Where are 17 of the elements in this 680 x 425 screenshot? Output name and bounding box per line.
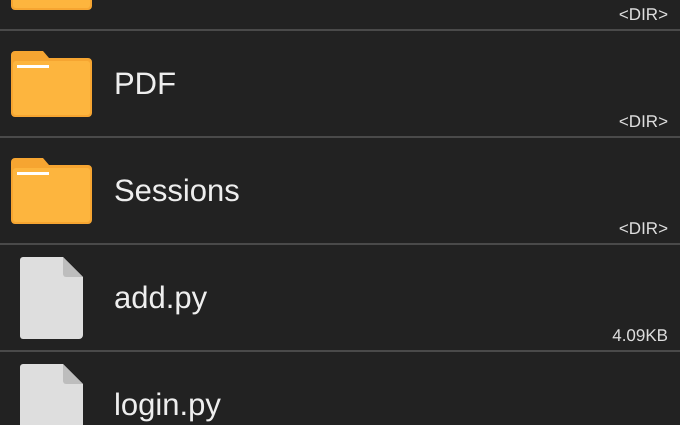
file-icon	[20, 364, 82, 425]
file-name: login.py	[114, 386, 222, 422]
file-size: 4.09KB	[612, 326, 669, 347]
file-size: <DIR>	[618, 5, 669, 26]
file-row[interactable]: add.py 4.09KB	[0, 245, 680, 350]
folder-row[interactable]: Sessions <DIR>	[0, 138, 680, 243]
file-name: PDF	[114, 66, 177, 102]
folder-row[interactable]: <DIR>	[0, 0, 680, 29]
file-row[interactable]: login.py	[0, 352, 680, 425]
file-name: add.py	[114, 280, 208, 316]
folder-icon	[10, 50, 92, 116]
folder-row[interactable]: PDF <DIR>	[0, 31, 680, 136]
file-icon	[20, 256, 82, 338]
file-name: Sessions	[114, 172, 241, 208]
file-size: <DIR>	[618, 219, 669, 240]
file-size: <DIR>	[618, 112, 669, 133]
folder-icon	[10, 158, 92, 224]
